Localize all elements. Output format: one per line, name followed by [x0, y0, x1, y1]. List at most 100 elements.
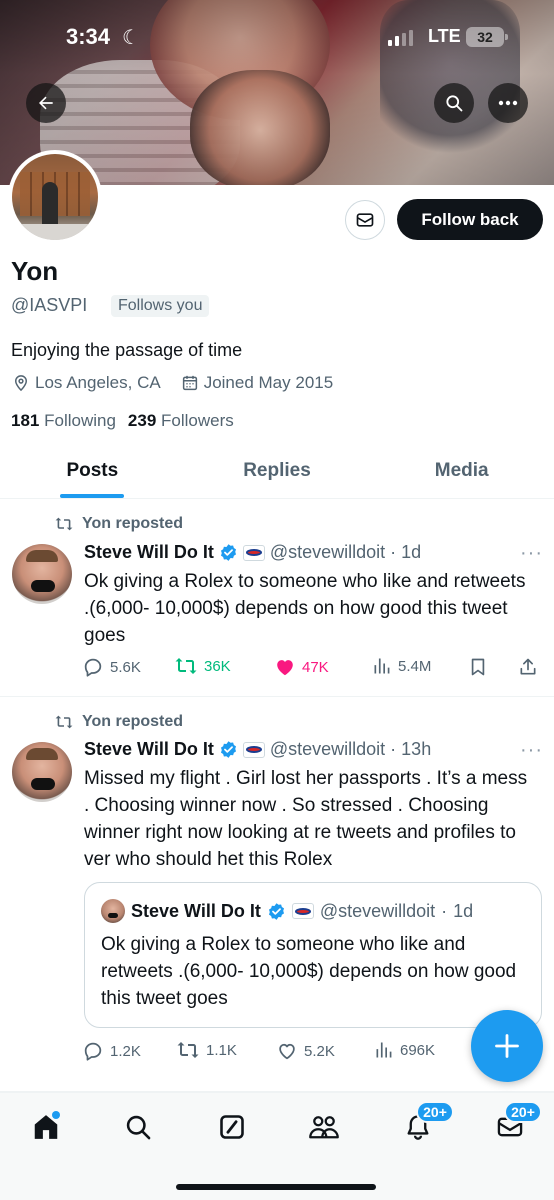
- joined-label: Joined May 2015: [203, 373, 334, 392]
- affiliate-badge-icon: [291, 903, 314, 919]
- grok-icon: [220, 1115, 244, 1139]
- compose-icon: [495, 1034, 519, 1058]
- like-count: 47K: [302, 658, 329, 676]
- repost-indicator: Yon reposted: [54, 515, 183, 533]
- views-icon: [374, 658, 390, 674]
- avatar[interactable]: [12, 544, 72, 604]
- quote-avatar: [101, 899, 125, 923]
- followers-label: Followers: [161, 411, 234, 430]
- profile-meta: Los Angeles, CA Joined May 2015: [12, 373, 347, 393]
- nav-home[interactable]: [26, 1107, 66, 1147]
- repost-label: Yon reposted: [82, 515, 184, 532]
- location-item: Los Angeles, CA: [12, 373, 161, 393]
- battery-icon: 32: [466, 27, 508, 47]
- nav-notifications[interactable]: 20+: [398, 1101, 454, 1147]
- tweet-actions: 5.6K 36K 47K 5.4M: [82, 656, 542, 682]
- author-handle: @stevewilldoit: [269, 739, 386, 759]
- like-button[interactable]: 5.2K: [276, 1040, 335, 1062]
- follow-counts: 181 Following 239 Followers: [11, 411, 234, 431]
- back-button[interactable]: [26, 83, 66, 123]
- back-arrow-icon: [39, 96, 53, 110]
- network-label: LTE: [428, 26, 461, 46]
- tweet-header: Steve Will Do It @stevewilldoit · 13h: [84, 739, 431, 760]
- more-options-button[interactable]: [488, 83, 528, 123]
- bookmark-button[interactable]: [468, 656, 488, 678]
- follows-you-badge: Follows you: [111, 295, 210, 317]
- like-icon: [279, 1043, 295, 1060]
- repost-count: 1.1K: [206, 1041, 237, 1059]
- messages-badge: 20+: [504, 1101, 542, 1123]
- views-icon: [376, 1042, 392, 1058]
- joined-item: Joined May 2015: [181, 373, 333, 393]
- tweet-time: 1d: [401, 542, 422, 562]
- search-button[interactable]: [434, 83, 474, 123]
- status-time: 3:34: [66, 24, 111, 49]
- reply-count: 5.6K: [110, 658, 141, 676]
- tab-posts[interactable]: Posts: [0, 444, 185, 498]
- author-name[interactable]: Steve Will Do It: [84, 542, 214, 563]
- notifications-badge: 20+: [416, 1101, 454, 1123]
- verified-icon: [220, 741, 236, 758]
- avatar[interactable]: [12, 742, 72, 802]
- views-button[interactable]: 696K: [374, 1040, 435, 1060]
- verified-icon: [268, 902, 284, 920]
- separator-dot: ·: [390, 542, 397, 562]
- tab-replies[interactable]: Replies: [185, 444, 370, 498]
- views-count: 5.4M: [398, 657, 432, 675]
- profile-tabs: Posts Replies Media: [0, 444, 554, 499]
- views-button[interactable]: 5.4M: [372, 656, 431, 676]
- author-name[interactable]: Steve Will Do It: [84, 739, 214, 760]
- reply-count: 1.2K: [110, 1042, 141, 1060]
- tweet-more-icon[interactable]: ···: [520, 542, 543, 565]
- verified-icon: [220, 544, 236, 561]
- views-count: 696K: [400, 1041, 436, 1059]
- quote-author-handle: @stevewilldoit: [319, 900, 436, 921]
- unread-dot: [52, 1111, 60, 1119]
- tweet-time: 13h: [401, 739, 432, 759]
- search-icon: [446, 95, 463, 112]
- repost-button[interactable]: 36K: [174, 656, 231, 676]
- calendar-icon: [182, 375, 197, 391]
- share-button[interactable]: [518, 656, 538, 678]
- follow-back-button[interactable]: Follow back: [397, 199, 543, 240]
- quoted-tweet[interactable]: Steve Will Do It @stevewilldoit · 1d Ok …: [84, 882, 542, 1028]
- repost-button[interactable]: 1.1K: [176, 1040, 237, 1060]
- mail-icon: [356, 213, 374, 227]
- separator-dot: ·: [441, 900, 448, 921]
- repost-indicator: Yon reposted: [54, 713, 183, 731]
- repost-count: 36K: [204, 657, 231, 675]
- profile-handle: @IASVPI: [11, 295, 88, 315]
- share-icon: [520, 658, 536, 675]
- following-link[interactable]: 181 Following: [11, 411, 116, 431]
- nav-messages[interactable]: 20+: [490, 1101, 542, 1147]
- author-handle: @stevewilldoit: [269, 542, 386, 562]
- reply-icon: [84, 1042, 102, 1061]
- tweet-more-icon[interactable]: ···: [520, 739, 543, 762]
- tweet-text: Ok giving a Rolex to someone who like an…: [84, 571, 526, 646]
- profile-name: Yon: [11, 256, 59, 286]
- reply-button[interactable]: 5.6K: [82, 656, 141, 678]
- affiliate-badge-icon: [242, 741, 265, 758]
- nav-communities[interactable]: [304, 1107, 344, 1147]
- tab-media[interactable]: Media: [369, 444, 554, 498]
- compose-button[interactable]: [471, 1010, 543, 1082]
- following-label: Following: [44, 411, 116, 430]
- nav-grok[interactable]: [212, 1107, 252, 1147]
- quote-time: 1d: [453, 900, 474, 921]
- home-indicator: [176, 1184, 376, 1190]
- tweet[interactable]: Yon reposted Steve Will Do It @stevewill…: [0, 697, 554, 1092]
- repost-icon: [55, 715, 73, 729]
- nav-search[interactable]: [118, 1107, 158, 1147]
- followers-link[interactable]: 239 Followers: [128, 411, 234, 431]
- tweet[interactable]: Yon reposted Steve Will Do It @stevewill…: [0, 500, 554, 697]
- like-button[interactable]: 47K: [274, 656, 329, 678]
- location-icon: [14, 375, 28, 392]
- quote-header: Steve Will Do It @stevewilldoit · 1d: [101, 899, 473, 923]
- tweet-text: Missed my flight . Girl lost her passpor…: [84, 768, 528, 870]
- message-button[interactable]: [345, 200, 385, 240]
- reply-button[interactable]: 1.2K: [82, 1040, 141, 1062]
- profile-avatar[interactable]: [8, 150, 102, 244]
- reply-icon: [84, 658, 102, 677]
- location-label: Los Angeles, CA: [35, 373, 161, 392]
- repost-icon: [175, 658, 197, 674]
